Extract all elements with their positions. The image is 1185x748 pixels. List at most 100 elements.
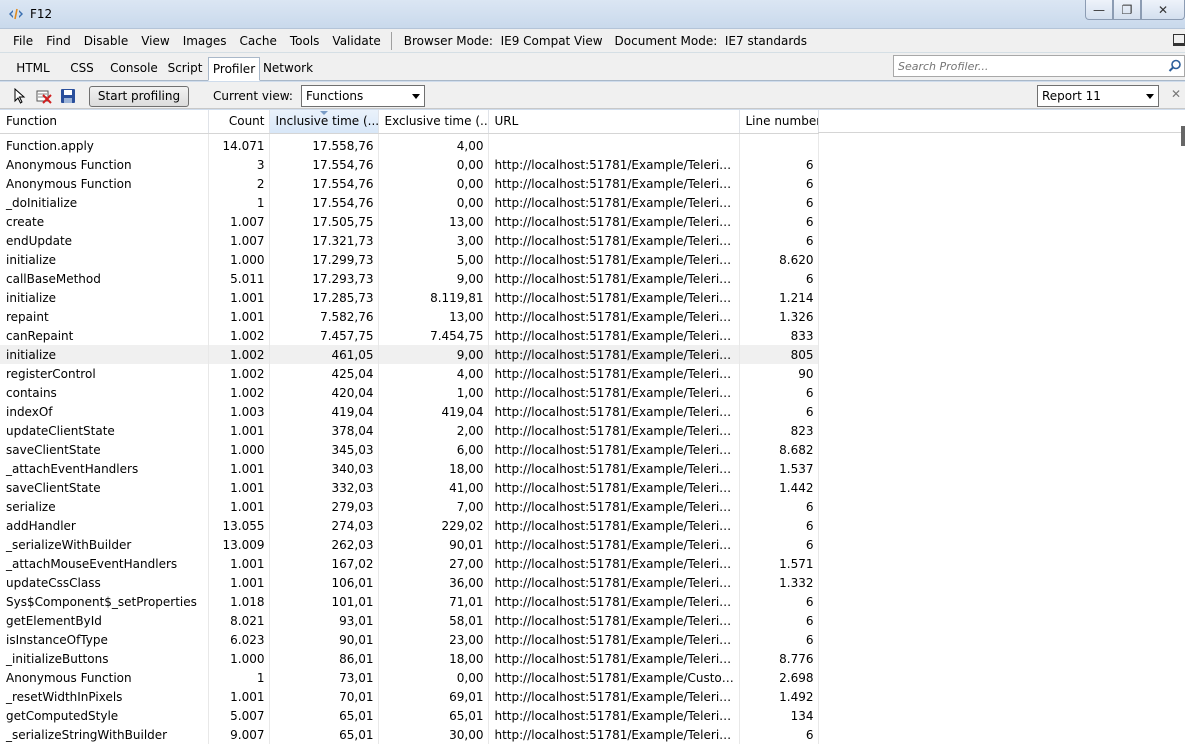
table-row[interactable]: isInstanceOfType 6.023 90,01 23,00 http://lo… — [0, 630, 819, 649]
search-input[interactable] — [894, 56, 1164, 76]
cell-exclusive-time: 4,00 — [378, 364, 489, 383]
table-row[interactable]: _attachMouseEventHandlers 1.001 167,02 27,0… — [0, 554, 819, 573]
table-row[interactable]: _serializeWithBuilder 13.009 262,03 90,01 ht… — [0, 535, 819, 554]
table-row[interactable]: saveClientState 1.001 332,03 41,00 http://lo… — [0, 478, 819, 497]
current-view-select[interactable]: Functions — [301, 85, 425, 107]
cell-inclusive-time: 425,04 — [269, 364, 379, 383]
close-report-icon[interactable]: ✕ — [1171, 87, 1181, 101]
table-row[interactable]: _resetWidthInPixels 1.001 70,01 69,01 http:/… — [0, 687, 819, 706]
table-row[interactable]: saveClientState 1.000 345,03 6,00 http://loc… — [0, 440, 819, 459]
table-row[interactable]: _doInitialize 1 17.554,76 0,00 http://localh… — [0, 193, 819, 212]
restore-button[interactable]: ❐ — [1113, 0, 1141, 20]
menu-find[interactable]: Find — [39, 29, 77, 53]
menu-view[interactable]: View — [134, 29, 175, 53]
column-header-line-number[interactable]: Line number — [739, 110, 819, 134]
cell-inclusive-time: 17.554,76 — [269, 174, 379, 193]
search-icon[interactable] — [1168, 59, 1182, 73]
table-row[interactable]: addHandler 13.055 274,03 229,02 http://local… — [0, 516, 819, 535]
table-row[interactable]: Anonymous Function 1 73,01 0,00 http://local… — [0, 668, 819, 687]
select-element-icon[interactable] — [12, 88, 28, 104]
cell-exclusive-time: 0,00 — [378, 668, 489, 687]
unpin-icon[interactable] — [1173, 34, 1185, 46]
menu-file[interactable]: File — [6, 29, 39, 53]
cell-function: saveClientState — [0, 440, 209, 459]
cell-count: 1.001 — [208, 573, 270, 592]
cell-line-number: 1.332 — [739, 573, 819, 592]
cell-count: 1.018 — [208, 592, 270, 611]
cell-count: 1.002 — [208, 383, 270, 402]
table-row[interactable]: registerControl 1.002 425,04 4,00 http://loc… — [0, 364, 819, 383]
browser-mode-menu[interactable]: Browser Mode: IE9 Compat View — [398, 29, 609, 53]
cell-count: 1.000 — [208, 250, 270, 269]
cell-exclusive-time: 36,00 — [378, 573, 489, 592]
report-value: Report 11 — [1042, 89, 1101, 103]
scrollbar-thumb[interactable] — [1181, 126, 1185, 146]
table-row[interactable]: repaint 1.001 7.582,76 13,00 http://localhos… — [0, 307, 819, 326]
tab-script[interactable]: Script — [164, 57, 206, 81]
table-row[interactable]: _serializeStringWithBuilder 9.007 65,01 30,… — [0, 725, 819, 744]
report-select[interactable]: Report 11 — [1037, 85, 1159, 107]
menu-bar: File Find Disable View Images Cache Tool… — [0, 29, 1185, 53]
menu-validate[interactable]: Validate — [325, 29, 386, 53]
table-row[interactable]: getElementById 8.021 93,01 58,01 http://loca… — [0, 611, 819, 630]
close-window-button[interactable]: ✕ — [1141, 0, 1185, 20]
tab-console[interactable]: Console — [106, 57, 162, 81]
cell-line-number: 6 — [739, 497, 819, 516]
menu-tools[interactable]: Tools — [283, 29, 326, 53]
table-row[interactable]: contains 1.002 420,04 1,00 http://localhost:… — [0, 383, 819, 402]
document-mode-menu[interactable]: Document Mode: IE7 standards — [609, 29, 813, 53]
table-row[interactable]: updateClientState 1.001 378,04 2,00 http://l… — [0, 421, 819, 440]
tab-profiler[interactable]: Profiler — [208, 57, 260, 81]
cell-url: http://localhost:51781/Example/Telerik.W… — [488, 231, 740, 250]
cell-exclusive-time: 229,02 — [378, 516, 489, 535]
cell-inclusive-time: 279,03 — [269, 497, 379, 516]
table-row[interactable]: endUpdate 1.007 17.321,73 3,00 http://localh… — [0, 231, 819, 250]
cell-exclusive-time: 0,00 — [378, 174, 489, 193]
table-row[interactable]: Anonymous Function 3 17.554,76 0,00 http://l… — [0, 155, 819, 174]
table-row[interactable]: create 1.007 17.505,75 13,00 http://localhos… — [0, 212, 819, 231]
menu-cache[interactable]: Cache — [233, 29, 283, 53]
table-row[interactable]: callBaseMethod 5.011 17.293,73 9,00 http://l… — [0, 269, 819, 288]
table-row[interactable]: _attachEventHandlers 1.001 340,03 18,00 http… — [0, 459, 819, 478]
table-row[interactable]: updateCssClass 1.001 106,01 36,00 http://loc… — [0, 573, 819, 592]
tab-html[interactable]: HTML — [6, 57, 60, 81]
table-row[interactable]: Function.apply 14.071 17.558,76 4,00 — [0, 136, 819, 155]
cell-url — [488, 136, 740, 155]
table-row[interactable]: canRepaint 1.002 7.457,75 7.454,75 http://lo… — [0, 326, 819, 345]
menu-disable[interactable]: Disable — [77, 29, 135, 53]
table-row[interactable]: initialize 1.002 461,05 9,00 http://localhos… — [0, 345, 819, 364]
table-row[interactable]: serialize 1.001 279,03 7,00 http://localhost… — [0, 497, 819, 516]
cell-function: addHandler — [0, 516, 209, 535]
cell-count: 2 — [208, 174, 270, 193]
column-header-inclusive-time[interactable]: Inclusive time (... — [269, 110, 379, 134]
start-profiling-button[interactable]: Start profiling — [89, 86, 189, 107]
table-row[interactable]: indexOf 1.003 419,04 419,04 http://localhost… — [0, 402, 819, 421]
cell-count: 3 — [208, 155, 270, 174]
clear-report-icon[interactable] — [36, 88, 52, 104]
cell-inclusive-time: 167,02 — [269, 554, 379, 573]
tab-network[interactable]: Network — [262, 57, 314, 81]
cell-url: http://localhost:51781/Example/Telerik.W… — [488, 326, 740, 345]
cell-inclusive-time: 73,01 — [269, 668, 379, 687]
cell-exclusive-time: 41,00 — [378, 478, 489, 497]
table-row[interactable]: initialize 1.001 17.285,73 8.119,81 http://l… — [0, 288, 819, 307]
table-row[interactable]: getComputedStyle 5.007 65,01 65,01 http://lo… — [0, 706, 819, 725]
table-row[interactable]: _initializeButtons 1.000 86,01 18,00 http://… — [0, 649, 819, 668]
tab-css[interactable]: CSS — [62, 57, 102, 81]
menu-images[interactable]: Images — [176, 29, 233, 53]
cell-url: http://localhost:51781/Example/Telerik.W… — [488, 174, 740, 193]
cell-count: 1.003 — [208, 402, 270, 421]
column-header-exclusive-time[interactable]: Exclusive time (... — [378, 110, 489, 134]
cell-inclusive-time: 420,04 — [269, 383, 379, 402]
table-row[interactable]: initialize 1.000 17.299,73 5,00 http://local… — [0, 250, 819, 269]
minimize-button[interactable]: — — [1085, 0, 1113, 20]
column-header-function[interactable]: Function — [0, 110, 209, 134]
column-header-url[interactable]: URL — [488, 110, 740, 134]
cell-line-number: 823 — [739, 421, 819, 440]
cell-line-number: 1.537 — [739, 459, 819, 478]
save-icon[interactable] — [60, 88, 76, 104]
column-header-count[interactable]: Count — [208, 110, 270, 134]
table-row[interactable]: Anonymous Function 2 17.554,76 0,00 http://l… — [0, 174, 819, 193]
table-row[interactable]: Sys$Component$_setProperties 1.018 101,01 7… — [0, 592, 819, 611]
chevron-down-icon — [412, 94, 420, 99]
